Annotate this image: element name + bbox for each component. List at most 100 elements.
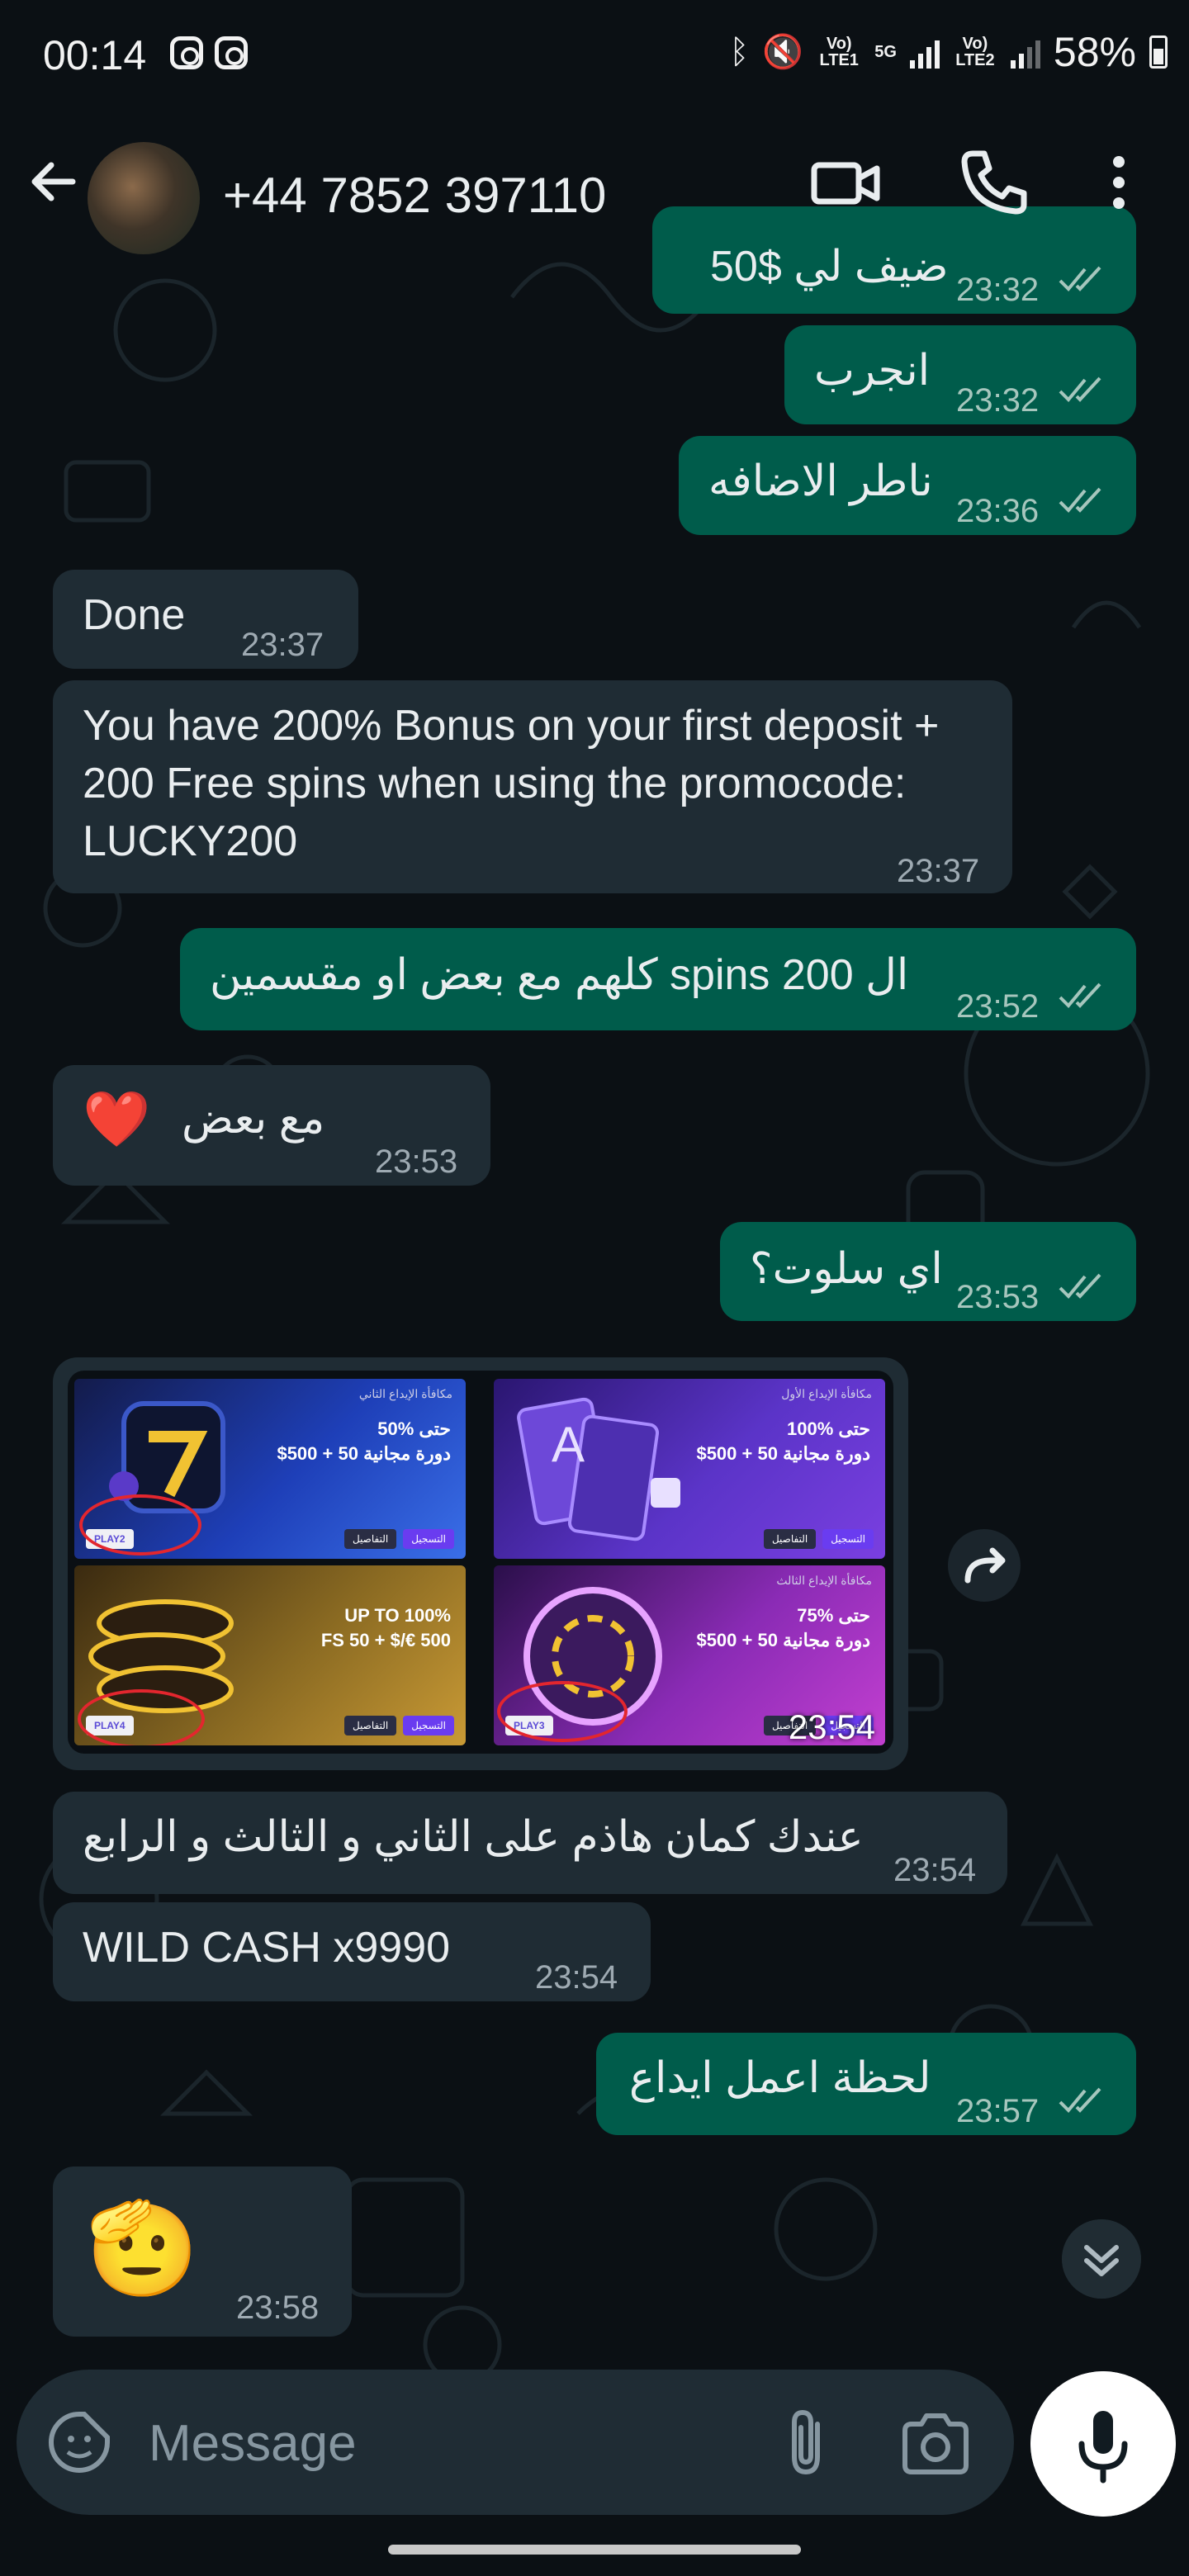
message-time: 23:54 — [788, 1707, 875, 1746]
message-time: 23:36 — [956, 493, 1040, 529]
tile-details-button: التفاصيل — [763, 1529, 817, 1549]
notification-icons — [170, 36, 248, 69]
message-incoming[interactable]: You have 200% Bonus on your first deposi… — [53, 680, 1012, 893]
message-incoming[interactable]: ❤️ مع بعض 23:53 — [53, 1065, 490, 1186]
read-receipt-icon — [1059, 376, 1101, 402]
message-incoming[interactable]: WILD CASH x9990 23:54 — [53, 1902, 651, 2001]
message-time: 23:57 — [956, 2093, 1040, 2129]
tile-details-button: التفاصيل — [343, 1716, 397, 1735]
message-incoming[interactable]: عندك كمان هاذم على الثاني و الثالث و الر… — [53, 1792, 1007, 1894]
lte2-label: Vo) LTE2 — [955, 35, 995, 69]
back-arrow-icon[interactable] — [21, 149, 88, 215]
message-outgoing[interactable]: انجرب 23:32 — [784, 325, 1136, 424]
forward-icon[interactable] — [948, 1529, 1021, 1602]
phone-icon[interactable] — [956, 145, 1030, 220]
tile-register-button: التسجيل — [403, 1529, 454, 1549]
message-outgoing[interactable]: اي سلوت؟ 23:53 — [720, 1222, 1136, 1321]
message-time: 23:54 — [535, 1959, 618, 1996]
avatar[interactable] — [88, 142, 200, 254]
annotation-circle — [497, 1681, 628, 1742]
read-receipt-icon — [1059, 266, 1101, 291]
annotation-circle — [79, 1494, 201, 1556]
read-receipt-icon — [1059, 1273, 1101, 1299]
tile-headline: 75% حتى $500 + 50 دورة مجانية — [696, 1603, 870, 1653]
message-text: You have 200% Bonus on your first deposi… — [83, 702, 940, 865]
playing-cards-icon: A — [517, 1397, 680, 1541]
message-time: 23:52 — [956, 988, 1040, 1025]
sticker-icon[interactable] — [46, 2409, 112, 2475]
promo-tile: UP TO 100% FS 50 + $/€ 500 PLAY4 التفاصيل… — [74, 1565, 466, 1745]
message-time: 23:58 — [236, 2290, 320, 2326]
message-time: 23:53 — [956, 1279, 1040, 1315]
image-grid[interactable]: مكافأة الإيداع الثاني 50% حتى $500 + 50 د… — [68, 1371, 893, 1754]
instagram-icon — [170, 36, 203, 69]
more-vert-icon[interactable] — [1098, 145, 1139, 220]
message-text: مع بعض — [182, 1095, 325, 1143]
read-receipt-icon — [1059, 487, 1101, 513]
scroll-down-icon[interactable] — [1062, 2219, 1141, 2299]
message-text: عندك كمان هاذم على الثاني و الثالث و الر… — [83, 1813, 864, 1861]
message-incoming[interactable]: 🫡 23:58 — [53, 2166, 352, 2337]
message-outgoing[interactable]: ناطر الاضافه 23:36 — [679, 436, 1136, 535]
tile-line: UP TO 100% — [344, 1605, 451, 1626]
message-outgoing[interactable]: لحظة اعمل ايداع 23:57 — [596, 2033, 1136, 2135]
status-time: 00:14 — [43, 32, 147, 78]
tile-register-button: التسجيل — [822, 1529, 874, 1549]
message-text: انجرب — [814, 347, 931, 395]
message-time: 23:53 — [375, 1144, 458, 1180]
tile-line: $500 + 50 دورة مجانية — [696, 1630, 870, 1650]
status-indicators: ᛒ 🔇 Vo) LTE1 5G Vo) LTE2 58% — [729, 28, 1168, 76]
message-text: لحظة اعمل ايداع — [629, 2054, 931, 2102]
read-receipt-icon — [1059, 983, 1101, 1008]
camera-icon[interactable] — [898, 2411, 973, 2477]
chat-header: +44 7852 397110 — [0, 116, 1189, 256]
tile-line: 100% حتى — [787, 1418, 870, 1439]
promo-tile: مكافأة الإيداع الأول 100% حتى $500 + 50 د… — [494, 1379, 885, 1559]
signal-icon — [1010, 36, 1040, 69]
mute-icon: 🔇 — [762, 34, 804, 70]
attach-icon[interactable] — [775, 2406, 841, 2480]
tile-line: 75% حتى — [797, 1605, 870, 1626]
message-emoji: 🫡 — [86, 2198, 199, 2299]
lte1-label: Vo) LTE1 — [819, 35, 859, 69]
instagram-icon — [215, 36, 248, 69]
bluetooth-icon: ᛒ — [729, 34, 750, 70]
promo-tile: مكافأة الإيداع الثاني 50% حتى $500 + 50 د… — [74, 1379, 466, 1559]
message-text: Done — [83, 591, 186, 639]
tile-register-button: التسجيل — [403, 1716, 454, 1735]
message-text: اي سلوت؟ — [750, 1245, 943, 1293]
battery-icon — [1149, 36, 1168, 69]
tile-details-button: التفاصيل — [343, 1529, 397, 1549]
mic-icon[interactable] — [1030, 2371, 1176, 2517]
read-receipt-icon — [1059, 2087, 1101, 2113]
tile-line: $500 + 50 دورة مجانية — [696, 1443, 870, 1464]
battery-percent: 58% — [1053, 29, 1136, 75]
signal-icon — [909, 36, 940, 69]
message-outgoing[interactable]: ال 200 spins كلهم مع بعض او مقسمين 23:52 — [180, 928, 1136, 1030]
annotation-circle — [78, 1689, 205, 1745]
status-bar: 00:14 ᛒ 🔇 Vo) LTE1 5G Vo) LTE2 58% — [0, 0, 1189, 116]
message-incoming[interactable]: Done 23:37 — [53, 570, 358, 669]
message-time: 23:32 — [956, 382, 1040, 419]
message-text: ناطر الاضافه — [708, 457, 933, 505]
message-input[interactable] — [149, 2406, 727, 2480]
tile-line: $500 + 50 دورة مجانية — [277, 1443, 451, 1464]
image-message[interactable]: مكافأة الإيداع الثاني 50% حتى $500 + 50 د… — [53, 1357, 908, 1770]
network-type-label: 5G — [874, 43, 897, 61]
video-call-icon[interactable] — [809, 145, 883, 220]
message-composer — [17, 2370, 1014, 2515]
message-time: 23:32 — [956, 272, 1040, 308]
message-list: ضيف لي $50 23:32 انجرب 23:32 ناطر الاضاف… — [0, 0, 1189, 2576]
svg-text:A: A — [552, 1417, 585, 1472]
message-time: 23:37 — [241, 627, 324, 663]
message-emoji: ❤️ — [83, 1088, 151, 1149]
message-time: 23:54 — [893, 1852, 977, 1888]
tile-line: 50% حتى — [377, 1418, 451, 1439]
message-text: ال 200 spins كلهم مع بعض او مقسمين — [210, 951, 909, 999]
home-indicator — [388, 2545, 801, 2555]
contact-name[interactable]: +44 7852 397110 — [223, 167, 606, 224]
tile-headline: UP TO 100% FS 50 + $/€ 500 — [321, 1603, 451, 1653]
message-text: WILD CASH x9990 — [83, 1924, 451, 1972]
tile-headline: 100% حتى $500 + 50 دورة مجانية — [696, 1417, 870, 1466]
message-time: 23:37 — [897, 853, 980, 889]
